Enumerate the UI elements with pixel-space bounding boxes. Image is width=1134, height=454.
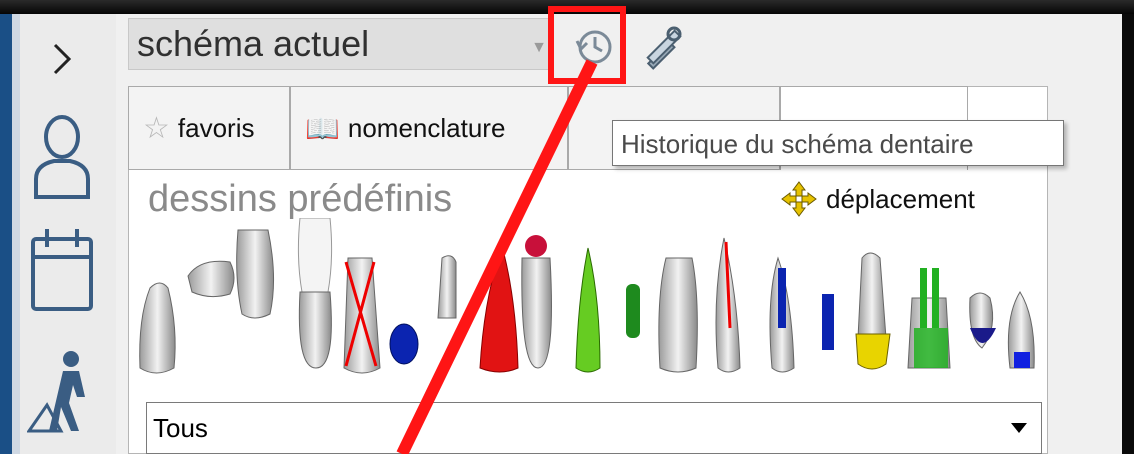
tooth-drawing[interactable] xyxy=(139,282,176,374)
tooth-drawing[interactable] xyxy=(479,244,519,373)
patient-user-icon[interactable] xyxy=(26,100,98,210)
tooth-drawing[interactable] xyxy=(907,268,951,369)
tooth-drawing[interactable] xyxy=(969,292,996,349)
tooth-drawing[interactable] xyxy=(389,323,419,365)
tooth-drawing[interactable] xyxy=(343,257,381,374)
tooth-drawing[interactable] xyxy=(521,235,552,369)
move-arrows-icon xyxy=(781,181,817,217)
tooth-drawing[interactable] xyxy=(575,247,601,373)
tooth-drawing[interactable] xyxy=(297,218,333,369)
tooth-drawing[interactable] xyxy=(822,294,834,350)
chevron-down-icon[interactable] xyxy=(1011,423,1027,433)
tooth-drawing[interactable] xyxy=(236,229,275,319)
wrench-screwdriver-icon xyxy=(646,26,682,70)
tooth-drawing[interactable] xyxy=(658,257,698,373)
star-icon: ☆ xyxy=(143,111,170,145)
chevron-down-icon[interactable]: ▼ xyxy=(531,39,547,57)
panel-title: dessins prédéfinis xyxy=(148,178,453,220)
tooth-drawing[interactable] xyxy=(437,255,457,319)
category-filter-value: Tous xyxy=(153,413,208,443)
category-filter-dropdown[interactable]: Tous xyxy=(146,402,1042,454)
schema-dropdown[interactable]: schéma actuel ▼ xyxy=(128,18,552,70)
tab-nomenclature-label: nomenclature xyxy=(347,112,506,143)
tooth-drawing[interactable] xyxy=(855,252,891,370)
history-button-highlight xyxy=(548,6,626,84)
book-icon: 📖 xyxy=(305,112,340,144)
history-tooltip: Historique du schéma dentaire xyxy=(612,120,1064,166)
tooth-drawing[interactable] xyxy=(715,237,741,373)
tools-button[interactable] xyxy=(638,22,688,72)
left-edge-border xyxy=(12,14,20,454)
schema-dropdown-value: schéma actuel xyxy=(137,23,370,64)
move-label[interactable]: déplacement xyxy=(826,184,975,215)
tooth-drawing[interactable] xyxy=(187,260,235,298)
left-edge-strip xyxy=(0,14,12,454)
tooth-drawing[interactable] xyxy=(1007,291,1035,369)
predefined-drawings-gallery xyxy=(139,218,1035,374)
expand-chevron-icon[interactable] xyxy=(26,34,98,84)
calendar-icon[interactable] xyxy=(26,222,98,318)
tooth-drawing[interactable] xyxy=(626,284,640,338)
tab-favorites-label: favoris xyxy=(177,112,255,143)
tooth-drawing[interactable] xyxy=(769,256,795,373)
work-in-progress-icon[interactable] xyxy=(26,340,98,440)
tab-nomenclature[interactable]: 📖 nomenclature xyxy=(290,86,568,170)
tab-favorites[interactable]: ☆ favoris xyxy=(128,86,290,170)
